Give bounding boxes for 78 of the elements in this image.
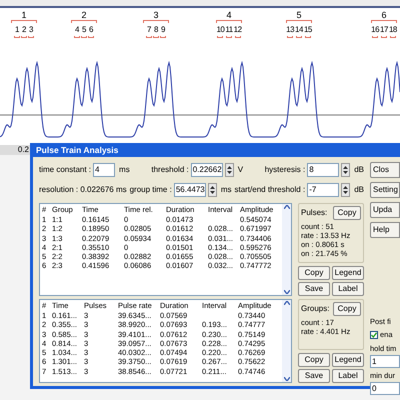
input-field[interactable]: 56.4473 [174,182,206,196]
pulse-number: 10 [216,25,224,34]
field-label: threshold : [151,164,189,176]
scroll-down-icon[interactable] [284,377,290,381]
spin-buttons[interactable] [224,162,234,176]
side-button[interactable]: Upda [370,202,400,218]
group-number: 5 [296,10,302,20]
side-button[interactable]: Setting [370,182,400,198]
pulse-number: 17 [380,25,388,34]
window-title: Pulse Train Analysis [33,143,400,157]
check-icon [371,332,377,338]
panel-button[interactable]: Legend [332,353,364,367]
spin-buttons[interactable] [208,182,217,196]
field-label: time constant : [39,164,92,176]
pulse-number: 7 [147,25,151,34]
pulse-number: 14 [295,25,303,34]
pulse-number: 11 [225,25,233,34]
pulse-number: 16 [371,25,380,34]
unit-label: dB [354,164,364,176]
unit-label: dB [354,184,364,196]
input-field[interactable]: 4 [93,162,116,176]
panel-title: Pulses: [301,207,328,219]
input-field[interactable]: -7 [307,182,340,196]
group-number: 2 [81,10,86,20]
input-field[interactable]: 0.22662 [190,162,223,176]
vertical-scrollbar[interactable] [282,300,291,382]
panel-button[interactable]: Save [298,282,330,296]
group-bracket [216,20,242,23]
group-bracket [11,20,37,23]
pulse-number: 5 [82,25,86,34]
pulse-number: 4 [75,25,79,34]
pulse-number: 12 [234,25,242,34]
side-button[interactable]: Clos [370,162,400,178]
pulse-number: 6 [89,25,93,34]
field-label: start/end threshold : [234,184,306,196]
unit-label: ms [119,164,130,176]
input-field[interactable]: 0 [370,382,400,395]
pulse-number: 2 [22,25,26,34]
pulse-number: 15 [304,25,312,34]
panel-button[interactable]: Label [332,369,364,383]
input-field[interactable]: 1 [370,354,400,368]
checkbox[interactable] [370,330,378,339]
pulse-number: 13 [286,25,294,34]
field-label: hysteresis : [264,164,306,176]
panel-button[interactable]: Legend [332,266,364,280]
spin-buttons[interactable] [341,182,350,196]
pulse-number: 1 [15,25,19,34]
pulse-number: 18 [388,25,397,34]
vertical-scrollbar[interactable] [282,204,291,295]
pulse-number: 3 [29,25,33,34]
resolution-label: resolution : 0.022676 ms [39,184,127,196]
group-number: 1 [21,10,26,20]
input-field[interactable]: 8 [307,162,340,176]
panel-button[interactable]: Copy [298,353,330,367]
scroll-down-icon[interactable] [284,290,290,294]
group-bracket [371,20,397,23]
scroll-up-icon[interactable] [284,205,290,209]
copy-button[interactable]: Copy [333,206,361,220]
pulse-number: 8 [154,25,158,34]
group-bracket [143,20,169,23]
pulse-number: 9 [161,25,165,34]
group-number: 4 [226,10,232,20]
panel-button[interactable]: Label [332,282,364,296]
side-button[interactable]: Help [370,222,400,238]
unit-label: ms [220,184,232,196]
panel-button[interactable]: Copy [298,266,330,280]
field-label: group time : [130,184,172,196]
group-bracket [71,20,97,23]
group-number: 3 [153,10,158,20]
axis-label: 0.2 [18,145,29,155]
panel-button[interactable]: Save [298,369,330,383]
spin-buttons[interactable] [341,162,350,176]
unit-label: V [238,164,244,176]
scroll-up-icon[interactable] [284,301,290,305]
group-bracket [286,20,312,23]
copy-button[interactable]: Copy [333,302,361,316]
panel-title: Groups: [301,303,330,315]
group-number: 6 [381,10,386,20]
